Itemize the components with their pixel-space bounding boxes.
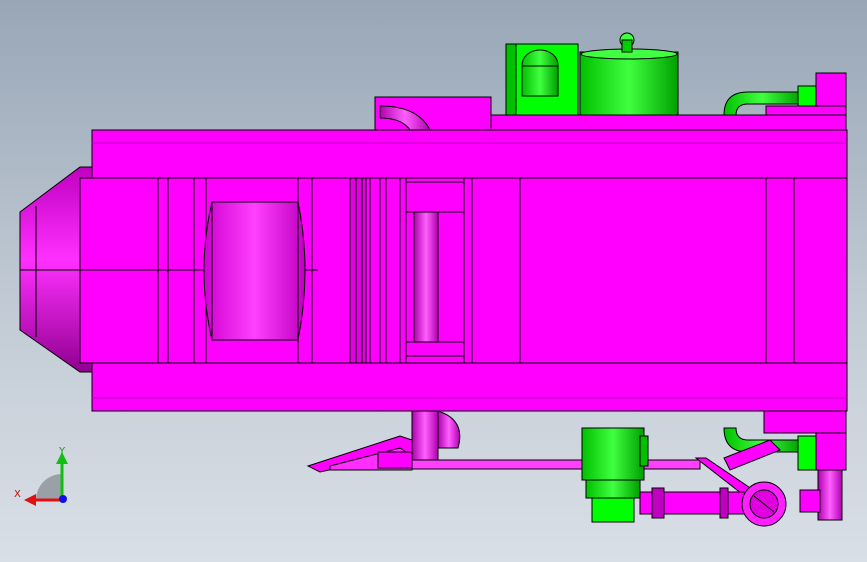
- top-accessories[interactable]: [374, 32, 847, 131]
- bottom-horizontal-pipe: [411, 459, 701, 470]
- main-machine-body[interactable]: [19, 129, 848, 412]
- green-pump: [581, 427, 645, 481]
- drum: [203, 201, 306, 341]
- orientation-triad: Y X: [14, 446, 68, 506]
- drain-pipe: [411, 410, 439, 462]
- z-axis-dot: [59, 495, 67, 503]
- top-frame-rail: [91, 129, 848, 179]
- bottom-frame-rail: [91, 362, 848, 412]
- vertical-shaft: [413, 211, 439, 343]
- cad-viewport[interactable]: Y X: [0, 0, 867, 562]
- x-axis-label: X: [14, 489, 21, 500]
- bottom-accessories[interactable]: [306, 410, 847, 527]
- cad-model-view[interactable]: Y X: [0, 0, 867, 562]
- top-deck: [463, 114, 847, 131]
- y-axis-label: Y: [58, 446, 66, 457]
- bottom-right-block: [815, 429, 847, 471]
- green-tank: [579, 51, 679, 116]
